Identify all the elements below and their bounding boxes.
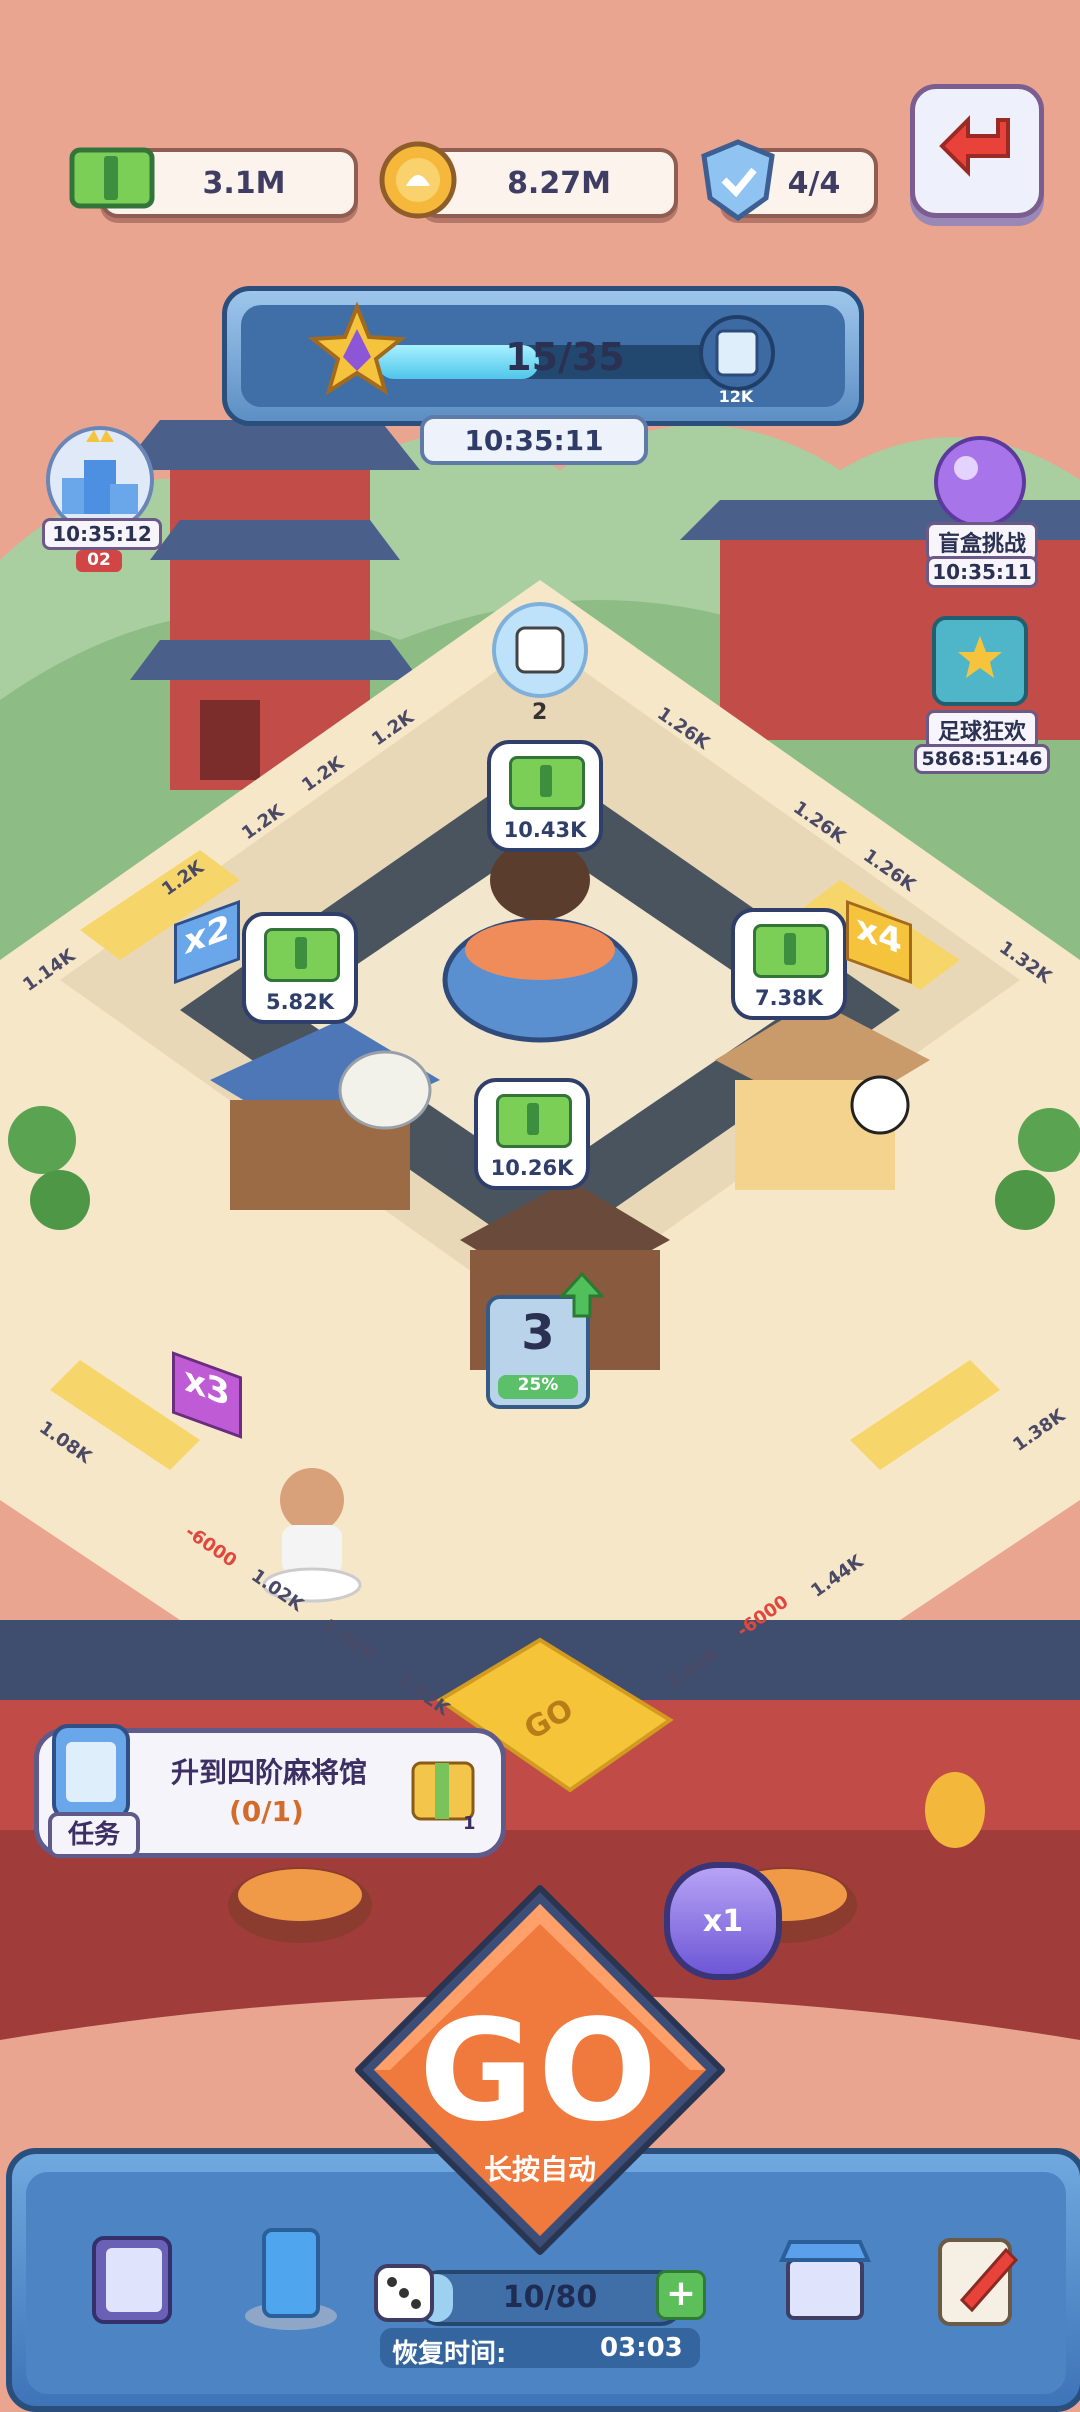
teahouse-income: 5.82K (265, 990, 335, 1014)
crystal-ball-icon (934, 436, 1026, 528)
reward-amount: 12K (718, 387, 754, 406)
shield-icon (696, 136, 780, 224)
hotpot-income-bubble[interactable]: 10.43K (487, 740, 603, 852)
back-button[interactable] (910, 84, 1044, 218)
rank-badge: 02 (76, 550, 122, 572)
go-button[interactable]: GO 长按自动 (350, 1880, 730, 2260)
dice-count: 10/80 (502, 2280, 598, 2315)
pavilion-income: 7.38K (754, 986, 824, 1010)
shield-value: 4/4 (787, 165, 841, 201)
book-icon (932, 616, 1028, 706)
plus-icon: + (665, 2273, 697, 2314)
go-label: GO (419, 1990, 661, 2153)
rank-event-timer: 10:35:12 (42, 518, 162, 550)
coin-value: 8.27M (507, 165, 611, 201)
center-income-bubble[interactable]: 10.26K (474, 1078, 590, 1190)
cash-icon (753, 924, 829, 978)
center-income: 10.26K (490, 1156, 574, 1180)
level-progress-banner[interactable]: 15/35 12K (222, 286, 864, 426)
level-timer: 10:35:11 (420, 415, 648, 465)
cash-icon (496, 1094, 572, 1148)
reward-count: 1 (463, 1813, 476, 1834)
cash-icon (66, 142, 158, 216)
recovery-label: 恢复时间: (392, 2339, 507, 2369)
buildings-button[interactable] (236, 2216, 346, 2336)
star-rank-icon (307, 301, 407, 396)
shop-button[interactable] (770, 2230, 880, 2330)
notes-button[interactable] (922, 2226, 1032, 2336)
back-arrow-icon (939, 115, 1010, 177)
coin-icon (376, 138, 460, 222)
blind-box-timer-text: 10:35:11 (926, 556, 1038, 588)
pavilion-income-bubble[interactable]: 7.38K (731, 908, 847, 1020)
building-level-progress: 25% (498, 1375, 578, 1399)
add-dice-button[interactable]: + (656, 2270, 706, 2320)
cash-icon (509, 756, 585, 810)
podium-icon (46, 426, 154, 534)
quest-tag: 任务 (48, 1812, 140, 1858)
cash-value: 3.1M (202, 165, 286, 201)
recovery-time: 03:03 (600, 2333, 683, 2363)
rank-event-button[interactable]: 10:35:12 02 (40, 420, 162, 572)
recovery-timer: 恢复时间: 03:03 (380, 2328, 700, 2369)
dice-counter: 10/80 (416, 2270, 684, 2326)
album-button[interactable] (80, 2224, 190, 2334)
upgrade-arrow-icon (560, 1272, 604, 1318)
football-event-button[interactable]: 足球狂欢 5868:51:46 (914, 610, 1060, 780)
go-sublabel: 长按自动 (483, 2153, 596, 2186)
reward-book-icon (699, 315, 775, 391)
cash-icon (264, 928, 340, 982)
teahouse-income-bubble[interactable]: 5.82K (242, 912, 358, 1024)
quest-title: 升到四阶麻将馆 (171, 1756, 368, 1789)
hotpot-income: 10.43K (503, 818, 587, 842)
dice-icon (374, 2264, 434, 2322)
football-event-timer: 5868:51:46 (914, 744, 1050, 774)
quest-progress: (0/1) (229, 1795, 304, 1828)
blind-box-event-button[interactable]: 盲盒挑战 5868:51:46 10:35:11 (920, 432, 1040, 592)
building-icon (245, 2228, 337, 2330)
dice-tile-value: 2 (532, 700, 548, 725)
book-icon (92, 2236, 172, 2324)
quest-icon-button[interactable]: 任务 (30, 1720, 150, 1860)
shop-icon (778, 2240, 872, 2320)
scroll-pen-icon (938, 2238, 1019, 2326)
